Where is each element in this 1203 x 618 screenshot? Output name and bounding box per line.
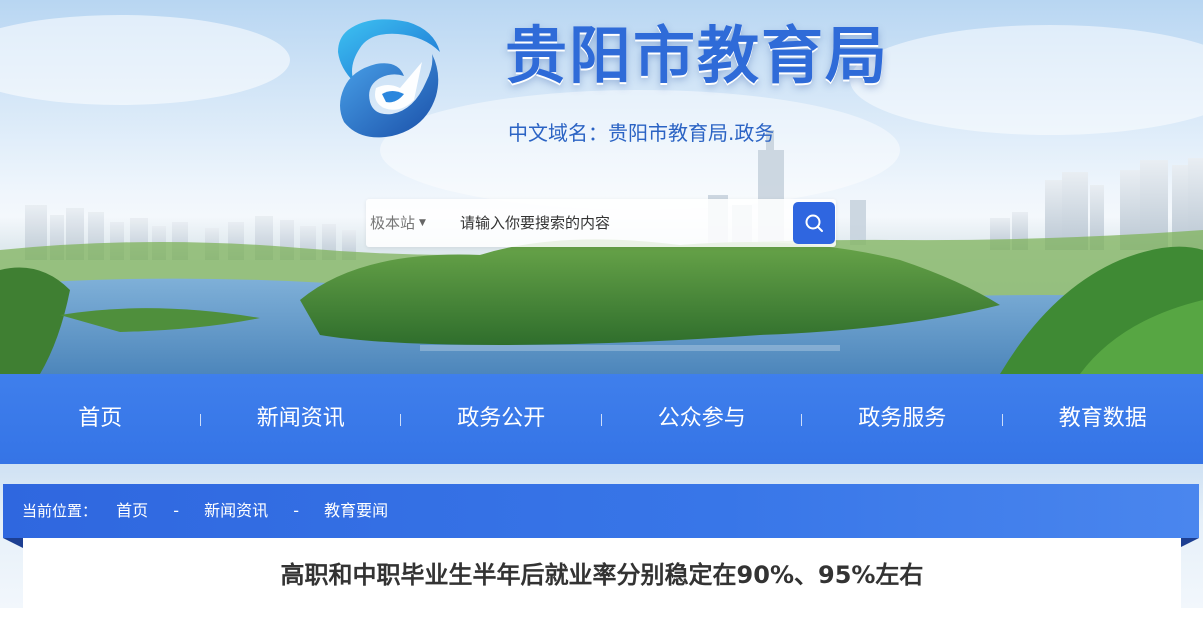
nav-item-news[interactable]: 新闻资讯 [201,374,402,464]
breadcrumb-separator: - [173,501,179,520]
ribbon-fold-right [1179,538,1199,548]
search-bar: 极本站 ▼ [366,199,836,247]
main-navigation: 首页 新闻资讯 政务公开 公众参与 政务服务 教育数据 [0,374,1203,464]
nav-item-home[interactable]: 首页 [0,374,201,464]
article-title: 高职和中职毕业生半年后就业率分别稳定在90%、95%左右 [23,558,1181,592]
search-button[interactable] [793,202,835,244]
breadcrumb-news-link[interactable]: 新闻资讯 [204,501,268,520]
bureau-logo-icon [330,18,442,140]
header-banner: 贵阳市教育局 中文域名：贵阳市教育局.政务 极本站 ▼ [0,0,1203,374]
site-title: 贵阳市教育局 [505,14,889,98]
caret-down-icon: ▼ [419,218,426,228]
breadcrumb-separator: - [293,501,299,520]
ribbon-fold-left [3,538,23,548]
breadcrumb-label: 当前位置： [22,502,97,520]
nav-item-government-affairs-disclosure[interactable]: 政务公开 [401,374,602,464]
nav-item-government-services[interactable]: 政务服务 [802,374,1003,464]
breadcrumb: 当前位置： 首页 - 新闻资讯 - 教育要闻 [22,484,388,538]
search-scope-dropdown[interactable]: 极本站 ▼ [370,199,426,247]
search-input[interactable] [460,207,780,239]
search-scope-label: 极本站 [370,214,415,232]
breadcrumb-home-link[interactable]: 首页 [116,501,148,520]
nav-item-education-data[interactable]: 教育数据 [1003,374,1203,464]
nav-item-public-participation[interactable]: 公众参与 [602,374,803,464]
search-icon [804,213,824,233]
article-panel: 高职和中职毕业生半年后就业率分别稳定在90%、95%左右 [23,538,1181,618]
chinese-domain-name: 中文域名：贵阳市教育局.政务 [508,117,774,146]
breadcrumb-education-news-link[interactable]: 教育要闻 [324,501,388,520]
